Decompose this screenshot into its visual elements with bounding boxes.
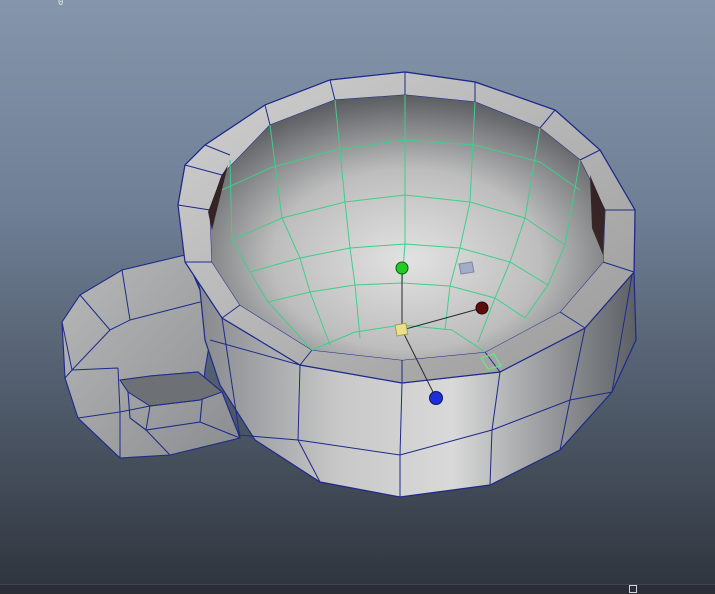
x-axis-handle[interactable] xyxy=(475,301,489,315)
center-handle[interactable] xyxy=(394,322,409,337)
3d-viewport[interactable]: 0 xyxy=(0,0,715,594)
z-axis-handle[interactable] xyxy=(429,391,443,405)
plane-xy-handle[interactable] xyxy=(458,261,475,275)
viewport-bottom-strip xyxy=(0,584,715,594)
corner-readout: 0 xyxy=(58,0,64,8)
scene-canvas[interactable] xyxy=(0,0,715,594)
y-axis-handle[interactable] xyxy=(395,261,409,275)
viewport-resize-box[interactable] xyxy=(629,585,637,593)
